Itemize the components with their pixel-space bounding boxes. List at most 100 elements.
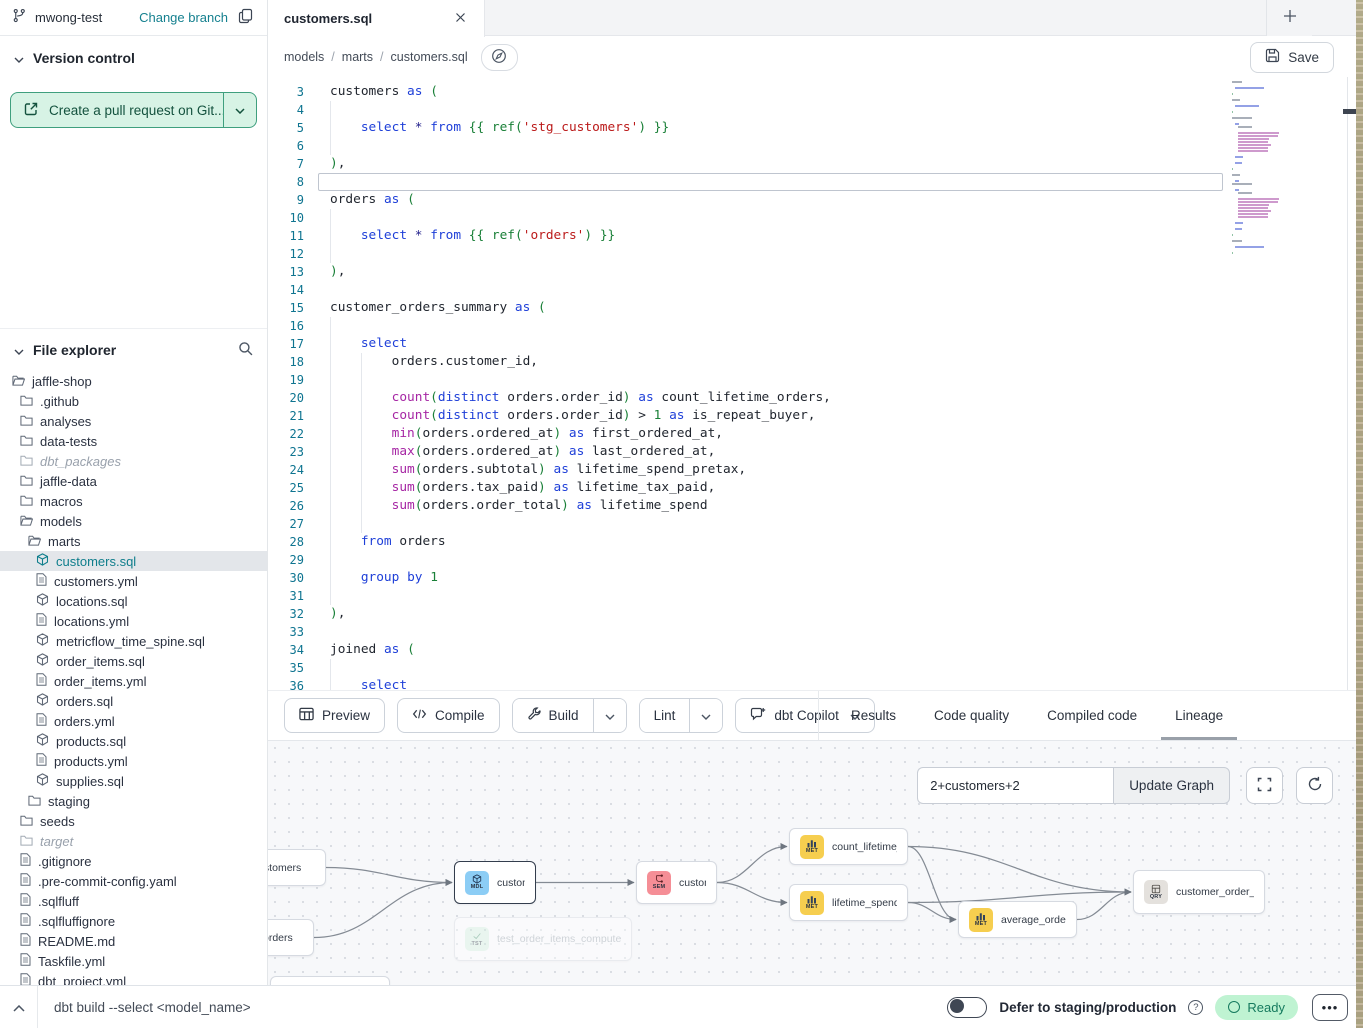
code-line-10: 10: [268, 209, 1356, 227]
lineage-node-customer_order_metrics[interactable]: QRYcustomer_order_metrics: [1133, 870, 1265, 914]
code-icon: [412, 708, 427, 723]
tree-item-order_items.sql[interactable]: order_items.sql: [0, 651, 267, 671]
chevron-down-icon: [14, 50, 24, 66]
tree-item-products.sql[interactable]: products.sql: [0, 731, 267, 751]
lineage-panel[interactable]: stg_customersorders MDL customers TSTtest_o…: [268, 740, 1356, 985]
tree-item-orders.yml[interactable]: orders.yml: [0, 711, 267, 731]
tree-item-target[interactable]: target: [0, 831, 267, 851]
tree-item-.sqlfluff[interactable]: .sqlfluff: [0, 891, 267, 911]
status-badge: Ready: [1215, 995, 1298, 1020]
tree-item-staging[interactable]: staging: [0, 791, 267, 811]
update-graph-button[interactable]: Update Graph: [1113, 767, 1230, 804]
tree-item-models[interactable]: models: [0, 511, 267, 531]
lineage-node-orders[interactable]: orders: [268, 919, 314, 956]
create-pr-dropdown-button[interactable]: [223, 93, 256, 127]
model-cube-icon: [36, 693, 49, 709]
line-number: 12: [268, 245, 318, 263]
line-number: 22: [268, 425, 318, 443]
build-label: Build: [549, 708, 579, 723]
tree-item-analyses[interactable]: analyses: [0, 411, 267, 431]
editor-scrollbar-thumb[interactable]: [1343, 109, 1356, 114]
tree-item-supplies.sql[interactable]: supplies.sql: [0, 771, 267, 791]
new-tab-button[interactable]: [1266, 0, 1312, 36]
create-pr-button[interactable]: Create a pull request on Git...: [11, 93, 223, 127]
lint-button[interactable]: Lint: [640, 699, 690, 732]
refresh-button[interactable]: [1296, 767, 1333, 804]
panel-tab-results[interactable]: Results: [849, 691, 898, 740]
node-badge-mdl: MDL: [465, 871, 489, 895]
tree-item-customers.yml[interactable]: customers.yml: [0, 571, 267, 591]
tree-item-dbt_packages[interactable]: dbt_packages: [0, 451, 267, 471]
panel-tab-code-quality[interactable]: Code quality: [932, 691, 1011, 740]
line-number: 26: [268, 497, 318, 515]
lint-button-group: Lint: [639, 698, 724, 733]
tree-item-.sqlfluffignore[interactable]: .sqlfluffignore: [0, 911, 267, 931]
version-control-header[interactable]: Version control: [0, 36, 267, 74]
save-button[interactable]: Save: [1250, 42, 1334, 73]
line-number: 27: [268, 515, 318, 533]
close-tab-button[interactable]: [453, 9, 468, 28]
code-editor[interactable]: 3customers as (45select * from {{ ref('s…: [268, 77, 1356, 690]
lineage-node-count_lifetime_orders[interactable]: METcount_lifetime_orders: [789, 828, 908, 865]
lineage-node-customers_model[interactable]: MDL customers: [454, 861, 536, 904]
breadcrumb-models[interactable]: models: [284, 50, 324, 64]
lint-dropdown-button[interactable]: [689, 699, 722, 732]
tree-item-README.md[interactable]: README.md: [0, 931, 267, 951]
code-line-29: 29: [268, 551, 1356, 569]
breadcrumb-marts[interactable]: marts: [342, 50, 373, 64]
tree-item-.github[interactable]: .github: [0, 391, 267, 411]
tree-item-Taskfile.yml[interactable]: Taskfile.yml: [0, 951, 267, 971]
lineage-node-lifetime_spend_pretax[interactable]: METlifetime_spend_pretax: [789, 884, 908, 921]
editor-scrollbar-track[interactable]: [1347, 77, 1348, 690]
tree-item-marts[interactable]: marts: [0, 531, 267, 551]
line-content: min(orders.ordered_at) as first_ordered_…: [318, 425, 1356, 443]
node-label: customers: [497, 877, 525, 889]
tree-item-locations.sql[interactable]: locations.sql: [0, 591, 267, 611]
panel-tab-compiled-code[interactable]: Compiled code: [1045, 691, 1139, 740]
lineage-controls: Update Graph: [917, 767, 1230, 804]
tree-item-macros[interactable]: macros: [0, 491, 267, 511]
lineage-node-partial_node[interactable]: [270, 976, 390, 985]
file-explorer-header[interactable]: File explorer: [0, 328, 267, 367]
minimap[interactable]: [1232, 81, 1312, 258]
tree-item-order_items.yml[interactable]: order_items.yml: [0, 671, 267, 691]
help-icon[interactable]: ?: [1188, 1000, 1203, 1015]
copilot-chat-icon: [750, 707, 766, 724]
expand-command-bar-button[interactable]: [5, 993, 33, 1021]
preview-button[interactable]: Preview: [284, 698, 385, 733]
more-options-button[interactable]: •••: [1312, 994, 1348, 1021]
panel-tab-lineage[interactable]: Lineage: [1173, 691, 1225, 740]
tree-item-orders.sql[interactable]: orders.sql: [0, 691, 267, 711]
model-cube-icon: [36, 653, 49, 669]
defer-toggle[interactable]: [947, 997, 987, 1018]
line-number: 7: [268, 155, 318, 173]
tree-item-jaffle-data[interactable]: jaffle-data: [0, 471, 267, 491]
fullscreen-button[interactable]: [1246, 767, 1283, 804]
tree-item-data-tests[interactable]: data-tests: [0, 431, 267, 451]
tree-item-dbt_project.yml[interactable]: dbt_project.yml: [0, 971, 267, 985]
build-button[interactable]: Build: [513, 699, 593, 732]
compile-button[interactable]: Compile: [397, 698, 500, 733]
tree-item-products.yml[interactable]: products.yml: [0, 751, 267, 771]
copy-branch-button[interactable]: [236, 6, 255, 29]
change-branch-link[interactable]: Change branch: [139, 10, 228, 25]
tree-item-.gitignore[interactable]: .gitignore: [0, 851, 267, 871]
build-dropdown-button[interactable]: [593, 699, 626, 732]
tree-item-jaffle-shop[interactable]: jaffle-shop: [0, 371, 267, 391]
line-content: ),: [318, 155, 1356, 173]
tree-item-seeds[interactable]: seeds: [0, 811, 267, 831]
tree-item-customers.sql[interactable]: customers.sql: [0, 551, 267, 571]
search-icon[interactable]: [238, 341, 253, 359]
lineage-selector-input[interactable]: [917, 767, 1113, 804]
lineage-node-customers_semantic[interactable]: SEMcustomers: [636, 861, 717, 904]
lineage-node-test_order_items[interactable]: TSTtest_order_items_compute_to_bools...: [454, 917, 632, 961]
tree-item-metricflow_time_spine.sql[interactable]: metricflow_time_spine.sql: [0, 631, 267, 651]
code-line-21: 21count(distinct orders.order_id) > 1 as…: [268, 407, 1356, 425]
lineage-node-stg_customers[interactable]: stg_customers: [268, 849, 326, 886]
open-in-explorer-button[interactable]: [481, 44, 518, 71]
command-input[interactable]: dbt build --select <model_name>: [54, 1000, 251, 1015]
lineage-node-average_order_value[interactable]: METaverage_order_value: [958, 901, 1077, 938]
tab-customers-sql[interactable]: customers.sql: [268, 0, 485, 37]
tree-item-locations.yml[interactable]: locations.yml: [0, 611, 267, 631]
tree-item-.pre-commit-config.yaml[interactable]: .pre-commit-config.yaml: [0, 871, 267, 891]
